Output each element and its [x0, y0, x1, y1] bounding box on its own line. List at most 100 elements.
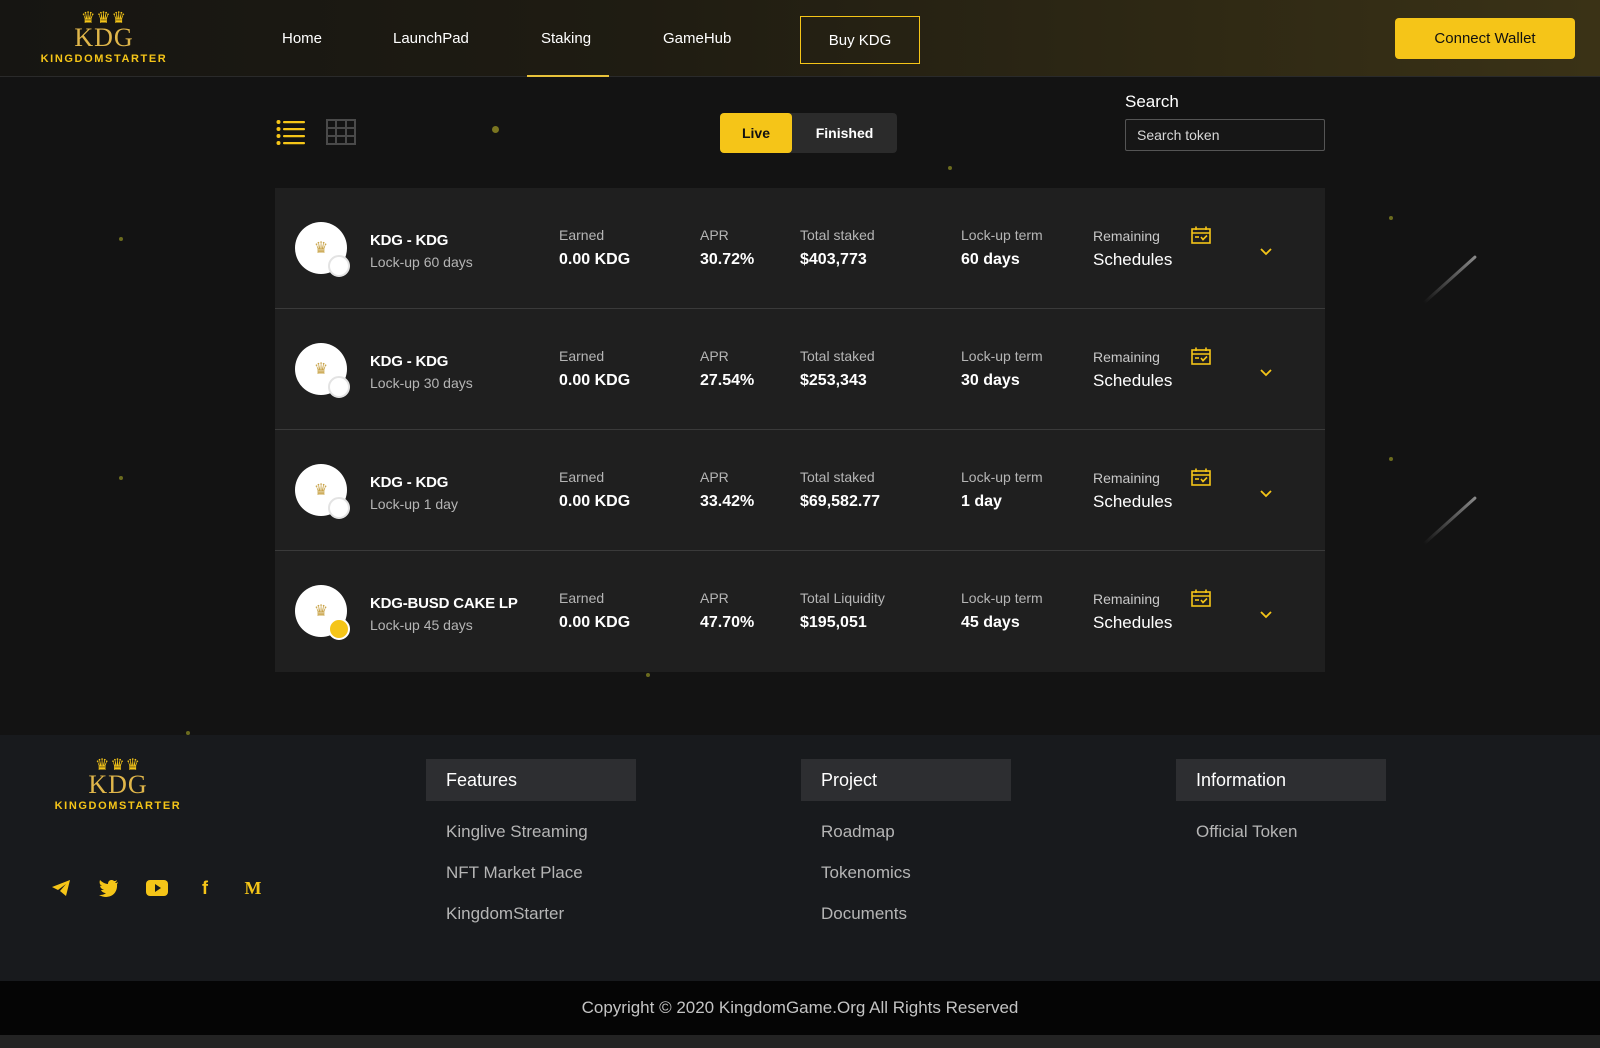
pool-name: KDG-BUSD CAKE LP — [370, 595, 518, 612]
footer-link-tokenomics[interactable]: Tokenomics — [821, 863, 1011, 883]
remaining-label: Remaining — [1093, 591, 1160, 607]
chevron-down-icon[interactable] — [1260, 606, 1272, 619]
decor-dot — [1389, 216, 1393, 220]
pool-row: ♛ KDG - KDG Lock-up 60 days Earned 0.00 … — [275, 188, 1325, 309]
pool-row: ♛ KDG - KDG Lock-up 30 days Earned 0.00 … — [275, 309, 1325, 430]
apr-label: APR — [700, 469, 729, 485]
chevron-down-icon[interactable] — [1260, 485, 1272, 498]
pool-row: ♛ KDG - KDG Lock-up 1 day Earned 0.00 KD… — [275, 430, 1325, 551]
token-avatar: ♛ — [295, 222, 350, 277]
footer-logo[interactable]: ♛♛♛ KDG KINGDOMSTARTER — [48, 758, 188, 813]
earned-value: 0.00 KDG — [559, 614, 631, 631]
telegram-icon[interactable] — [50, 877, 72, 899]
schedules-link[interactable]: Schedules — [1093, 250, 1172, 270]
footer-link-kinglive[interactable]: Kinglive Streaming — [446, 822, 636, 842]
header-logo[interactable]: ♛♛♛ KDG KINGDOMSTARTER — [34, 11, 174, 66]
token-badge-icon — [328, 497, 350, 519]
calendar-icon[interactable] — [1191, 347, 1211, 365]
footer-link-nft-market[interactable]: NFT Market Place — [446, 863, 636, 883]
nav-launchpad[interactable]: LaunchPad — [393, 30, 469, 47]
busd-badge-icon — [328, 618, 350, 640]
footer-project-column: Project Roadmap Tokenomics Documents — [801, 759, 1011, 924]
apr-value: 33.42% — [700, 493, 755, 510]
token-logo-icon: ♛ — [313, 361, 329, 378]
pool-name: KDG - KDG — [370, 232, 449, 249]
nav-staking[interactable]: Staking — [541, 30, 591, 47]
lockup-term-label: Lock-up term — [961, 348, 1043, 364]
pool-subtitle: Lock-up 1 day — [370, 496, 458, 512]
footer-link-official-token[interactable]: Official Token — [1196, 822, 1386, 842]
chevron-down-icon[interactable] — [1260, 243, 1272, 256]
calendar-icon[interactable] — [1191, 226, 1211, 244]
apr-label: APR — [700, 590, 729, 606]
buy-kdg-button[interactable]: Buy KDG — [800, 16, 920, 64]
remaining-label: Remaining — [1093, 470, 1160, 486]
earned-value: 0.00 KDG — [559, 372, 631, 389]
nav-gamehub[interactable]: GameHub — [663, 30, 731, 47]
schedules-link[interactable]: Schedules — [1093, 492, 1172, 512]
pool-subtitle: Lock-up 60 days — [370, 254, 473, 270]
decor-dot — [119, 237, 123, 241]
bottom-strip — [0, 1035, 1600, 1048]
lockup-term-value: 30 days — [961, 372, 1020, 389]
logo-mark: KDG — [74, 23, 134, 52]
token-logo-icon: ♛ — [313, 240, 329, 257]
footer-link-documents[interactable]: Documents — [821, 904, 1011, 924]
decor-dot — [1389, 457, 1393, 461]
earned-label: Earned — [559, 469, 605, 485]
pool-list: ♛ KDG - KDG Lock-up 60 days Earned 0.00 … — [275, 188, 1325, 672]
total-staked-value: $69,582.77 — [800, 493, 881, 510]
lockup-term-label: Lock-up term — [961, 590, 1043, 606]
total-staked-value: $403,773 — [800, 251, 867, 268]
search-label: Search — [1125, 92, 1179, 111]
list-view-icon[interactable] — [276, 119, 306, 145]
pool-row: ♛ KDG-BUSD CAKE LP Lock-up 45 days Earne… — [275, 551, 1325, 672]
footer-link-roadmap[interactable]: Roadmap — [821, 822, 1011, 842]
schedules-link[interactable]: Schedules — [1093, 613, 1172, 633]
medium-icon[interactable]: M — [242, 877, 264, 899]
nav-home[interactable]: Home — [282, 30, 322, 47]
grid-view-icon[interactable] — [326, 119, 356, 145]
live-tab[interactable]: Live — [720, 113, 792, 153]
pool-name: KDG - KDG — [370, 474, 449, 491]
logo-mark: KDG — [88, 770, 148, 799]
token-logo-icon: ♛ — [313, 482, 329, 499]
token-avatar: ♛ — [295, 464, 350, 519]
decor-dot — [492, 126, 499, 133]
copyright-text: Copyright © 2020 KingdomGame.Org All Rig… — [581, 998, 1019, 1017]
finished-tab[interactable]: Finished — [792, 113, 897, 153]
token-avatar: ♛ — [295, 585, 350, 640]
twitter-icon[interactable] — [98, 877, 120, 899]
apr-value: 30.72% — [700, 251, 755, 268]
chevron-down-icon[interactable] — [1260, 364, 1272, 377]
pool-subtitle: Lock-up 30 days — [370, 375, 473, 391]
pool-subtitle: Lock-up 45 days — [370, 617, 473, 633]
remaining-label: Remaining — [1093, 349, 1160, 365]
live-finished-toggle: Live Finished — [720, 113, 897, 153]
footer-information-heading: Information — [1176, 759, 1386, 801]
apr-value: 47.70% — [700, 614, 755, 631]
connect-wallet-button[interactable]: Connect Wallet — [1395, 18, 1575, 59]
active-nav-indicator — [527, 75, 609, 77]
token-badge-icon — [328, 255, 350, 277]
logo-wordmark: KINGDOMSTARTER — [40, 53, 168, 65]
decor-dot — [948, 166, 952, 170]
footer-link-kingdomstarter[interactable]: KingdomStarter — [446, 904, 636, 924]
apr-label: APR — [700, 227, 729, 243]
youtube-icon[interactable] — [146, 877, 168, 899]
earned-label: Earned — [559, 348, 605, 364]
calendar-icon[interactable] — [1191, 589, 1211, 607]
site-footer: ♛♛♛ KDG KINGDOMSTARTER f M Features King… — [0, 735, 1600, 981]
earned-value: 0.00 KDG — [559, 493, 631, 510]
lockup-term-value: 1 day — [961, 493, 1002, 510]
total-liquidity-label: Total Liquidity — [800, 590, 885, 606]
total-staked-label: Total staked — [800, 227, 875, 243]
facebook-icon[interactable]: f — [194, 877, 216, 899]
search-input[interactable] — [1125, 119, 1325, 151]
earned-label: Earned — [559, 227, 605, 243]
earned-label: Earned — [559, 590, 605, 606]
decor-dot — [646, 673, 650, 677]
schedules-link[interactable]: Schedules — [1093, 371, 1172, 391]
calendar-icon[interactable] — [1191, 468, 1211, 486]
apr-value: 27.54% — [700, 372, 755, 389]
